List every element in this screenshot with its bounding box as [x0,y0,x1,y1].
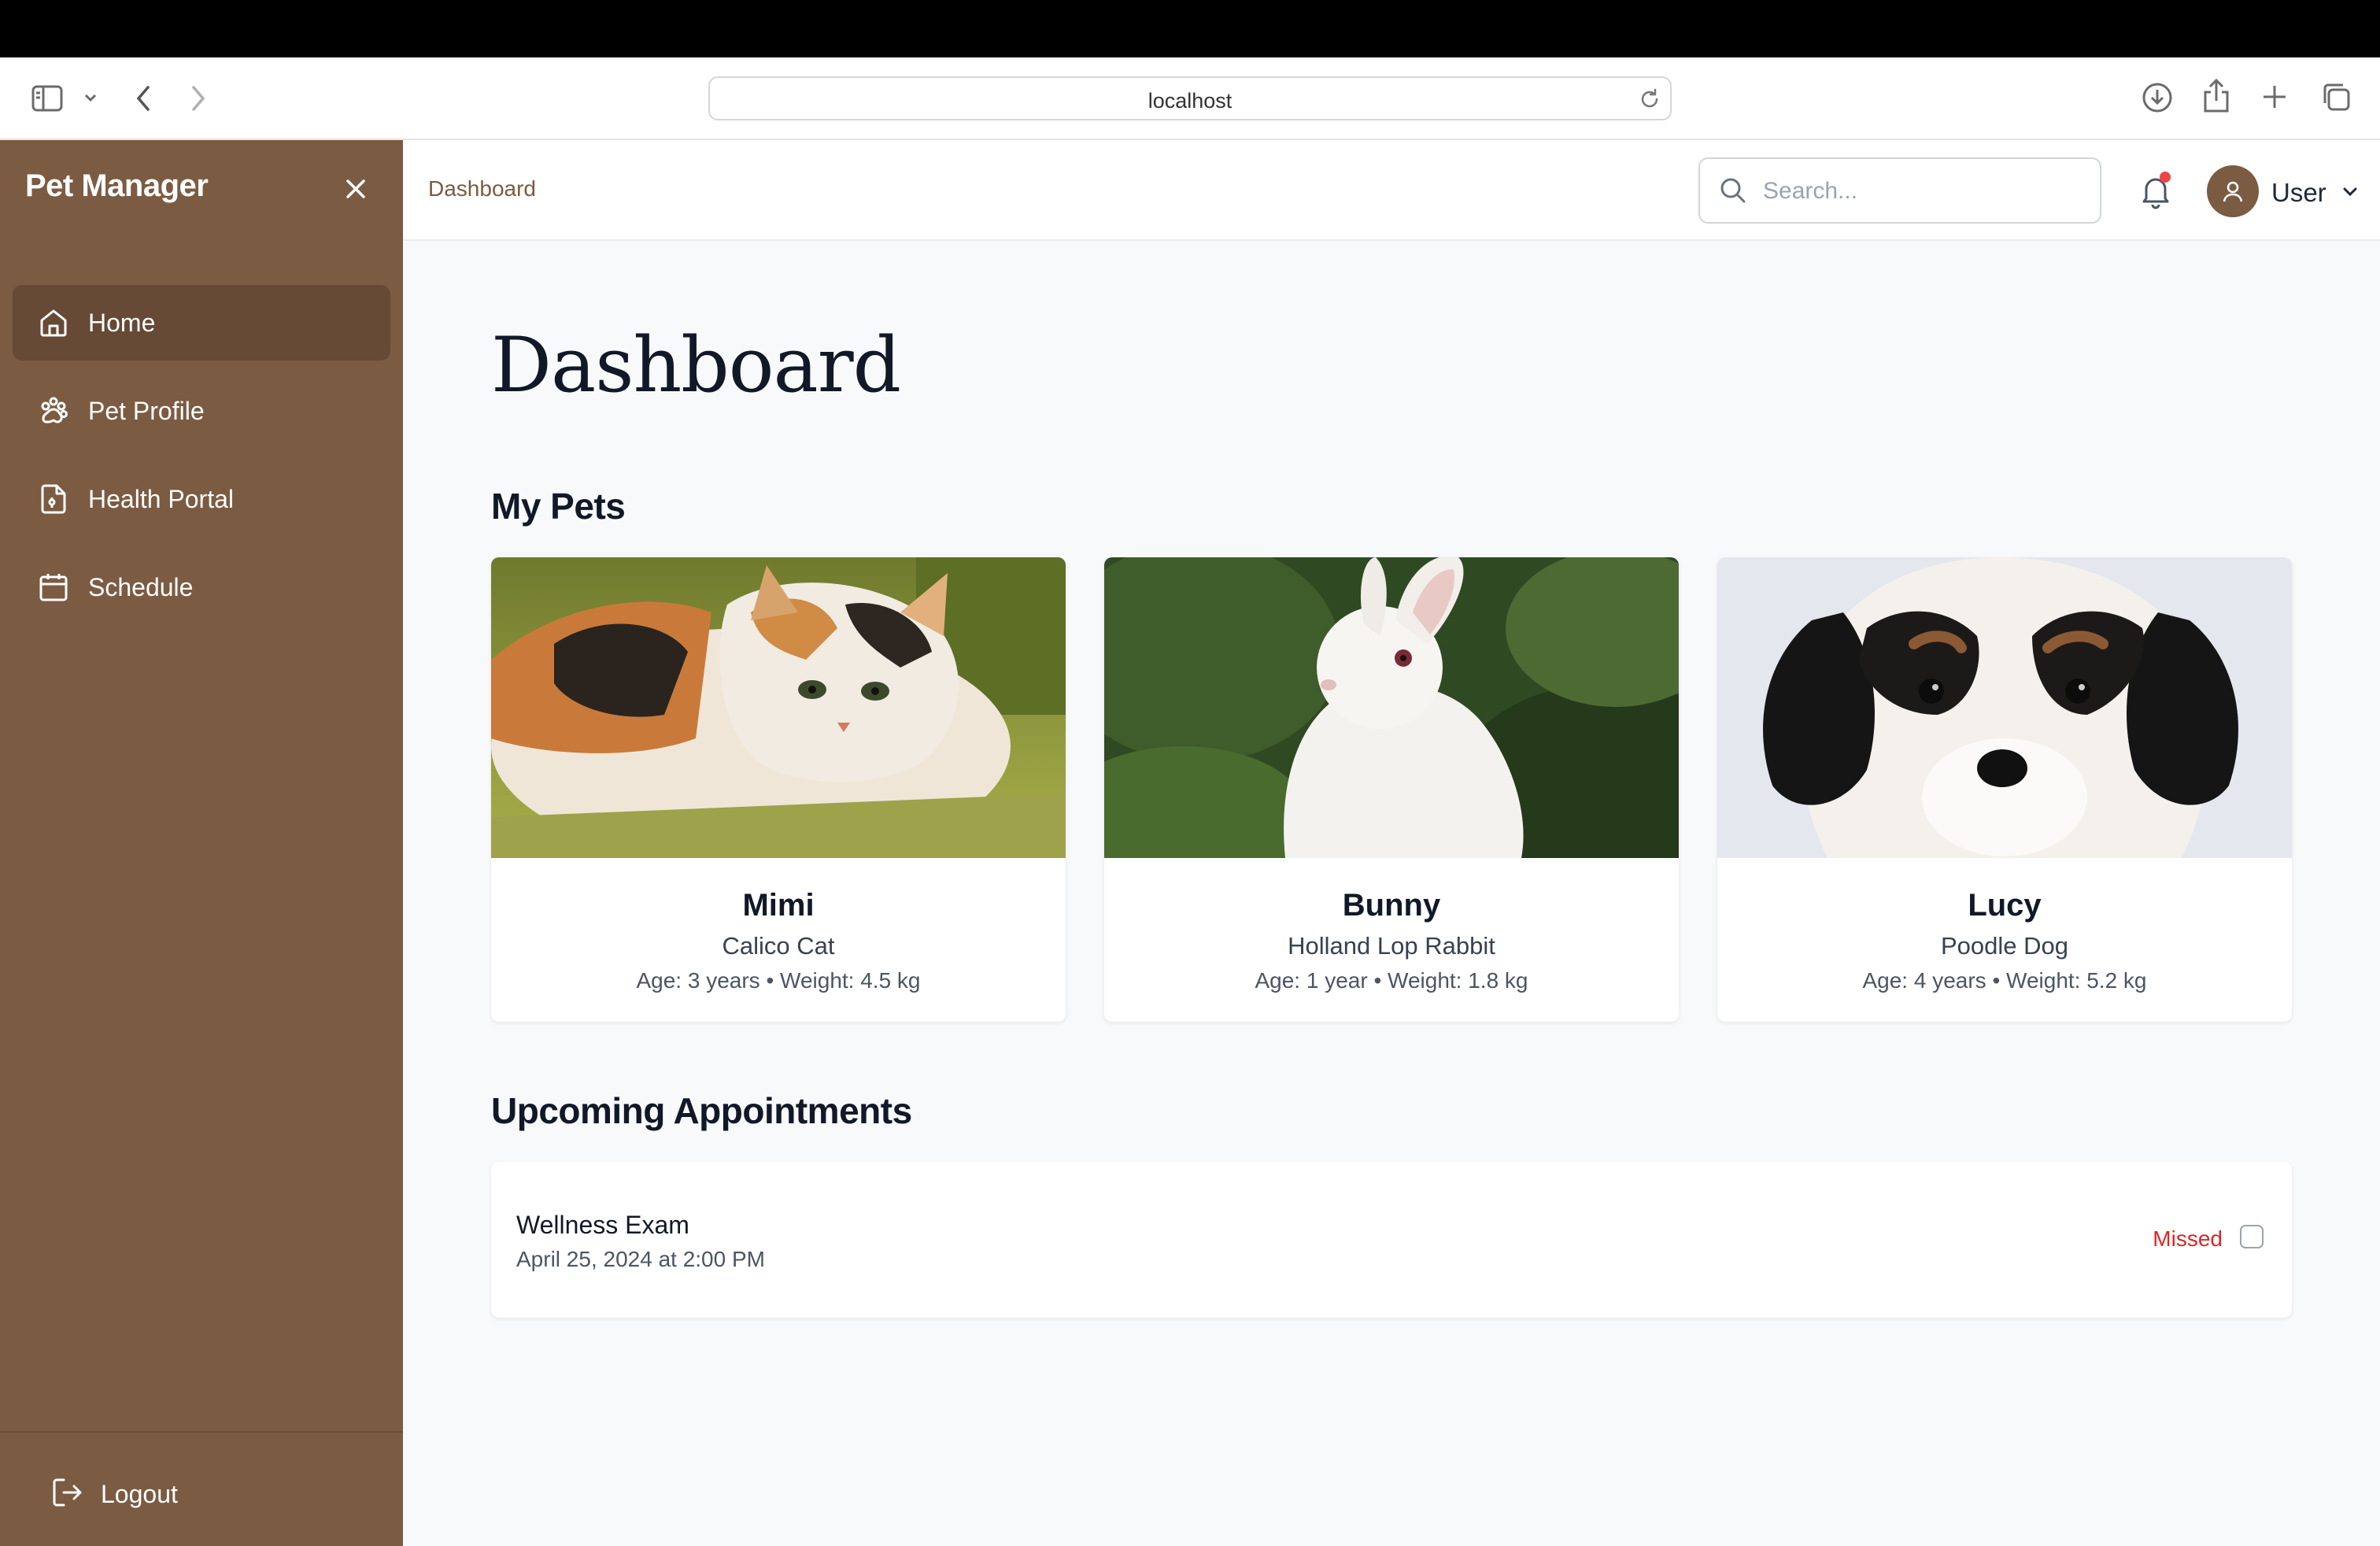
sidebar-item-schedule[interactable]: Schedule [13,549,390,625]
appointment-datetime: April 25, 2024 at 2:00 PM [516,1247,765,1271]
sidebar-item-label: Schedule [88,573,194,601]
pet-card-mimi[interactable]: Mimi Calico Cat Age: 3 years • Weight: 4… [491,557,1066,1022]
sidebar-item-pet-profile[interactable]: Pet Profile [13,373,390,449]
forward-icon[interactable] [189,83,208,114]
appointment-title: Wellness Exam [516,1211,689,1239]
download-icon[interactable] [2141,81,2174,114]
sidebar-item-label: Health Portal [88,485,234,513]
tabs-overview-icon[interactable] [2320,81,2352,113]
screen-top-bar [0,0,2380,57]
reload-icon[interactable] [1637,87,1662,112]
search-icon [1717,175,1749,206]
avatar [2207,165,2259,217]
sidebar-toggle-icon[interactable] [31,84,63,113]
search-input[interactable] [1761,170,2087,213]
sidebar-item-label: Pet Profile [88,397,205,425]
pet-breed: Holland Lop Rabbit [1288,932,1495,960]
pet-name: Bunny [1342,888,1441,923]
pet-stats: Age: 3 years • Weight: 4.5 kg [636,968,921,993]
address-bar[interactable]: localhost [708,76,1672,120]
medical-file-icon [38,483,69,515]
sidebar-divider [0,1431,403,1433]
status-badge: Missed [2153,1226,2223,1251]
pet-breed: Poodle Dog [1940,932,2068,960]
notifications-button[interactable] [2136,172,2175,211]
logout-label: Logout [101,1480,178,1508]
back-icon[interactable] [134,83,153,114]
logout-button[interactable]: Logout [38,1466,274,1522]
notification-dot [2160,172,2171,183]
pet-photo-rabbit [1104,557,1679,858]
pet-card-bunny[interactable]: Bunny Holland Lop Rabbit Age: 1 year • W… [1104,557,1679,1022]
share-icon[interactable] [2202,78,2230,114]
pet-stats: Age: 1 year • Weight: 1.8 kg [1255,968,1528,993]
sidebar-item-health-portal[interactable]: Health Portal [13,461,390,537]
user-name: User [2271,178,2326,207]
close-sidebar-button[interactable] [338,172,373,206]
home-icon [38,307,69,338]
appointment-checkbox[interactable] [2240,1225,2264,1248]
pet-name: Mimi [742,888,815,923]
pet-name: Lucy [1968,888,2042,923]
page-title: Dashboard [491,321,901,409]
breadcrumb[interactable]: Dashboard [428,176,536,202]
upcoming-appointments-heading: Upcoming Appointments [491,1090,912,1131]
search-box[interactable] [1698,157,2101,224]
pet-photo-dog [1717,557,2292,858]
sidebar: Pet Manager Home Pet Profile Health Port… [0,140,403,1546]
chevron-down-icon[interactable] [83,92,98,103]
pet-stats: Age: 4 years • Weight: 5.2 kg [1862,968,2147,993]
logout-icon [50,1475,85,1510]
calendar-icon [38,571,69,603]
appointment-card[interactable]: Wellness Exam April 25, 2024 at 2:00 PM … [491,1162,2292,1318]
pet-photo-cat [491,557,1066,858]
address-bar-url: localhost [1148,89,1232,113]
chevron-down-icon [2341,183,2360,202]
pet-card-lucy[interactable]: Lucy Poodle Dog Age: 4 years • Weight: 5… [1717,557,2292,1022]
user-menu[interactable]: User [2207,164,2364,219]
new-tab-icon[interactable] [2260,83,2289,111]
sidebar-item-label: Home [88,309,156,337]
sidebar-item-home[interactable]: Home [13,285,390,361]
my-pets-heading: My Pets [491,486,626,527]
paw-icon [38,395,69,427]
browser-toolbar: localhost [0,57,2380,140]
app-brand: Pet Manager [25,168,209,203]
app-header: Dashboard User [403,140,2380,241]
pet-breed: Calico Cat [722,932,835,960]
close-icon [346,179,365,198]
user-icon [2223,181,2243,202]
